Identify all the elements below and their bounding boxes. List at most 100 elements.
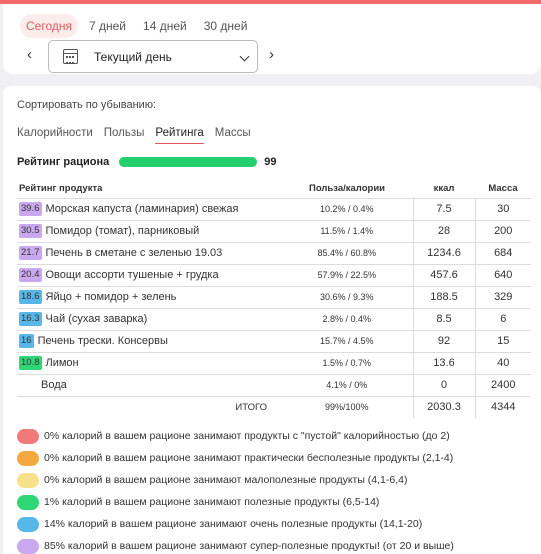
table-row[interactable]: 16.3 Чай (сухая заварка) 2.8% / 0.4% 8.5 6 [17,307,531,330]
tab-30-days[interactable]: 30 дней [198,14,254,38]
benefit-calories-cell: 1.5% / 0.7% [281,351,413,374]
tab-7-days[interactable]: 7 дней [83,14,132,38]
product-name: Вода [41,379,67,392]
legend-color-dot [17,428,39,444]
prev-day-button[interactable]: ‹ [27,47,32,62]
kcal-cell: 92 [412,329,475,352]
header-benefit-calories: Польза/калории [308,183,386,195]
rating-badge: 39.6 [19,202,42,216]
rating-card: Сортировать по убыванию: Калорийности По… [3,86,541,554]
day-navigation: ‹ Текущий день › [3,38,303,73]
legend-text: 0% калорий в вашем рационе занимают прод… [44,430,450,442]
kcal-cell: 13.6 [412,351,475,374]
sort-tab-mass[interactable]: Массы [215,127,251,144]
mass-cell: 684 [474,241,531,264]
rating-badge: 18.6 [19,290,42,304]
table-row[interactable]: 10.8 Лимон 1.5% / 0.7% 13.6 40 [17,351,531,374]
legend: 0% калорий в вашем рационе занимают прод… [17,425,537,554]
product-name: Помидор (томат), парниковый [45,225,200,237]
table-row[interactable]: 20.4 Овощи ассорти тушеные + грудка 57.9% … [17,263,531,286]
rating-badge: 20.4 [19,268,42,282]
legend-item: 1% калорий в вашем рационе занимают поле… [17,491,537,513]
ration-rating-bar-fill [119,157,256,167]
day-select-value: Текущий день [94,50,172,64]
mass-cell: 6 [474,307,531,330]
legend-color-dot [17,472,39,488]
rating-badge: 16.3 [19,312,42,326]
kcal-cell: 457.6 [412,263,475,286]
sort-tab-benefit[interactable]: Пользы [104,127,145,144]
total-kcal: 2030.3 [412,395,475,418]
sort-tab-rating[interactable]: Рейтинга [155,127,204,144]
benefit-calories-cell: 10.2% / 0.4% [281,197,413,220]
day-select[interactable]: Текущий день [48,40,258,73]
legend-item: 0% калорий в вашем рационе занимают прак… [17,447,537,469]
table-header: Рейтинг продукта Польза/калории ккал Мас… [17,180,531,198]
mass-cell: 329 [474,285,531,308]
mass-cell: 15 [474,329,531,352]
product-cell: 18.6 Яйцо + помидор + зелень [17,285,281,308]
mass-cell: 40 [474,351,531,374]
legend-color-dot [17,494,39,510]
tab-14-days[interactable]: 14 дней [137,14,193,38]
product-name: Лимон [45,357,79,369]
product-name: Овощи ассорти тушеные + грудка [45,269,219,281]
header-mass: Масса [488,183,518,195]
product-name: Печень трески. Консервы [37,335,168,347]
table-total-row: ИТОГО 99%/100% 2030.3 4344 [17,395,531,418]
next-day-button[interactable]: › [269,47,274,62]
mass-cell: 30 [474,197,531,220]
chevron-down-icon [239,51,250,62]
rating-badge: 30.5 [19,224,42,238]
product-name: Яйцо + помидор + зелень [45,291,177,303]
legend-text: 14% калорий в вашем рационе занимают оче… [44,518,423,530]
rating-badge: 16 [19,334,34,348]
product-cell: 21.7 Печень в сметане с зеленью 19.03 [17,241,281,264]
rating-badge: 10.8 [19,356,42,370]
legend-color-dot [17,516,39,532]
benefit-calories-cell: 4.1% / 0% [281,373,413,396]
legend-item: 0% калорий в вашем рационе занимают прод… [17,425,537,447]
product-cell: 30.5 Помидор (томат), парниковый [17,219,281,242]
product-cell: 20.4 Овощи ассорти тушеные + грудка [17,263,281,286]
product-cell: 39.6 Морская капуста (ламинария) свежая [17,197,281,220]
benefit-calories-cell: 2.8% / 0.4% [281,307,413,330]
table-row[interactable]: 18.6 Яйцо + помидор + зелень 30.6% / 9.3% 1… [17,285,531,308]
kcal-cell: 1234.6 [412,241,475,264]
total-pc: 99%/100% [281,395,413,418]
sort-tabs: Калорийности Пользы Рейтинга Массы [17,127,262,144]
legend-item: 85% калорий в вашем рационе занимают суп… [17,535,537,554]
table-row[interactable]: Вода 4.1% / 0% 0 2400 [17,373,531,396]
product-cell: 16 Печень трески. Консервы [17,329,281,352]
kcal-cell: 7.5 [412,197,475,220]
benefit-calories-cell: 11.5% / 1.4% [281,219,413,242]
ration-rating-bar [119,157,258,167]
legend-text: 0% калорий в вашем рационе занимают прак… [44,452,454,464]
tab-today[interactable]: Сегодня [20,14,78,38]
kcal-cell: 188.5 [412,285,475,308]
product-name: Морская капуста (ламинария) свежая [45,203,239,215]
kcal-cell: 8.5 [412,307,475,330]
period-tabs: Сегодня 7 дней 14 дней 30 дней [20,14,258,38]
mass-cell: 200 [474,219,531,242]
legend-item: 14% калорий в вашем рационе занимают оче… [17,513,537,535]
table-row[interactable]: 30.5 Помидор (томат), парниковый 11.5% / 1… [17,219,531,242]
product-name: Чай (сухая заварка) [45,313,148,325]
product-cell: Вода [17,373,281,396]
ration-rating-label: Рейтинг рациона [17,156,110,168]
legend-color-dot [17,450,39,466]
kcal-cell: 28 [412,219,475,242]
legend-text: 1% калорий в вашем рационе занимают поле… [44,496,380,508]
table-row[interactable]: 39.6 Морская капуста (ламинария) свежая 10… [17,197,531,220]
sort-tab-calories[interactable]: Калорийности [17,127,93,144]
header-kcal: ккал [433,183,455,195]
ration-rating: Рейтинг рациона 99 [17,156,276,168]
period-card: Сегодня 7 дней 14 дней 30 дней ‹ Текущий… [3,4,541,74]
table-row[interactable]: 21.7 Печень в сметане с зеленью 19.03 85.4… [17,241,531,264]
mass-cell: 2400 [474,373,531,396]
calendar-icon [63,49,78,64]
legend-color-dot [17,538,39,554]
total-mass: 4344 [474,395,531,418]
table-row[interactable]: 16 Печень трески. Консервы 15.7% / 4.5% 92 1… [17,329,531,352]
benefit-calories-cell: 15.7% / 4.5% [281,329,413,352]
